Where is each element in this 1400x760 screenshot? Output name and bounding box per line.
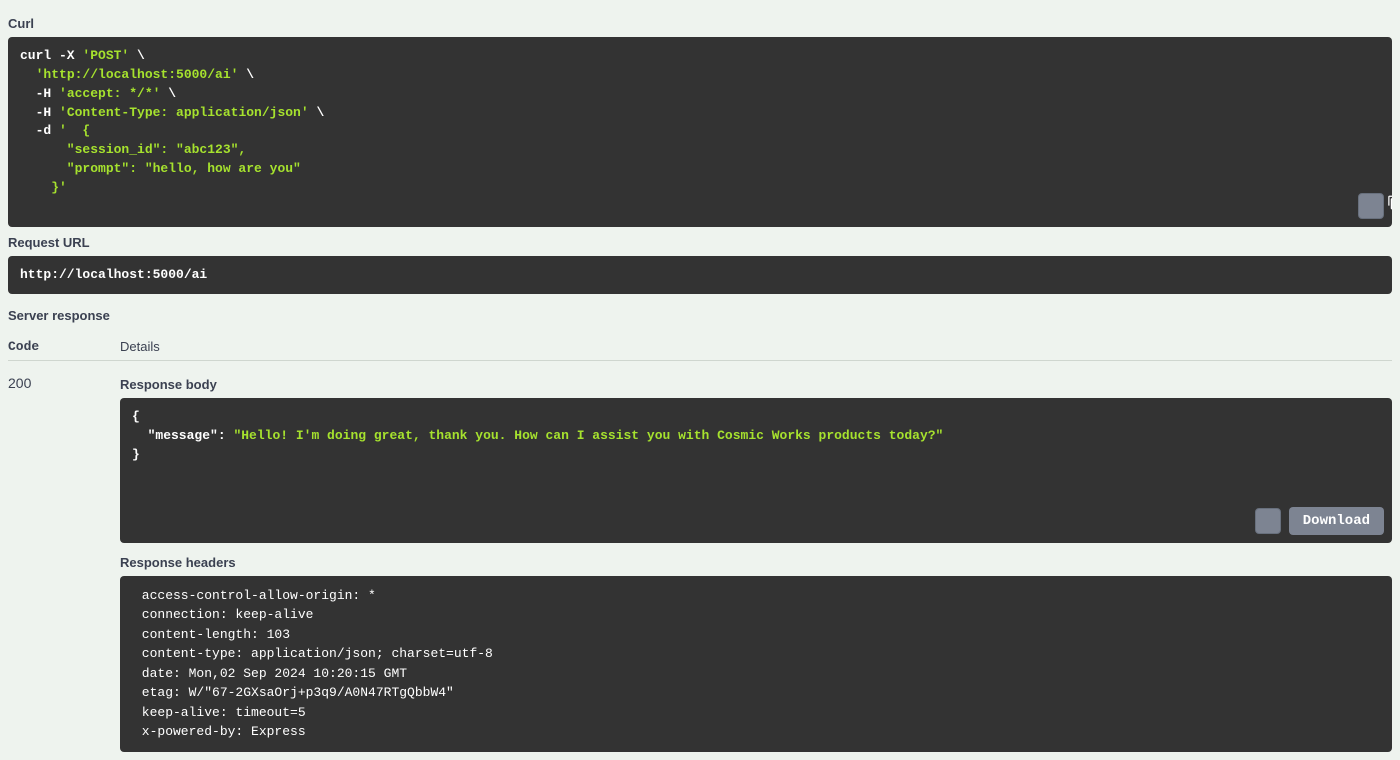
response-body-label: Response body — [120, 377, 1392, 392]
status-code: 200 — [8, 373, 80, 751]
response-headers-label: Response headers — [120, 555, 1392, 570]
response-row: 200 Response body { "message": "Hello! I… — [8, 361, 1392, 751]
response-body-block: { "message": "Hello! I'm doing great, th… — [120, 398, 1392, 542]
server-response-label: Server response — [8, 308, 1392, 323]
request-url-label: Request URL — [8, 235, 1392, 250]
copy-response-button[interactable] — [1255, 508, 1281, 534]
response-headers-block: access-control-allow-origin: * connectio… — [120, 576, 1392, 752]
code-header: Code — [8, 339, 80, 354]
response-table-header: Code Details — [8, 329, 1392, 361]
clipboard-icon — [1340, 176, 1392, 227]
curl-label: Curl — [8, 16, 1392, 31]
curl-block: curl -X 'POST' \ 'http://localhost:5000/… — [8, 37, 1392, 227]
copy-curl-button[interactable] — [1358, 193, 1384, 219]
request-url-block: http://localhost:5000/ai — [8, 256, 1392, 295]
download-button[interactable]: Download — [1289, 507, 1384, 535]
details-header: Details — [120, 339, 160, 354]
